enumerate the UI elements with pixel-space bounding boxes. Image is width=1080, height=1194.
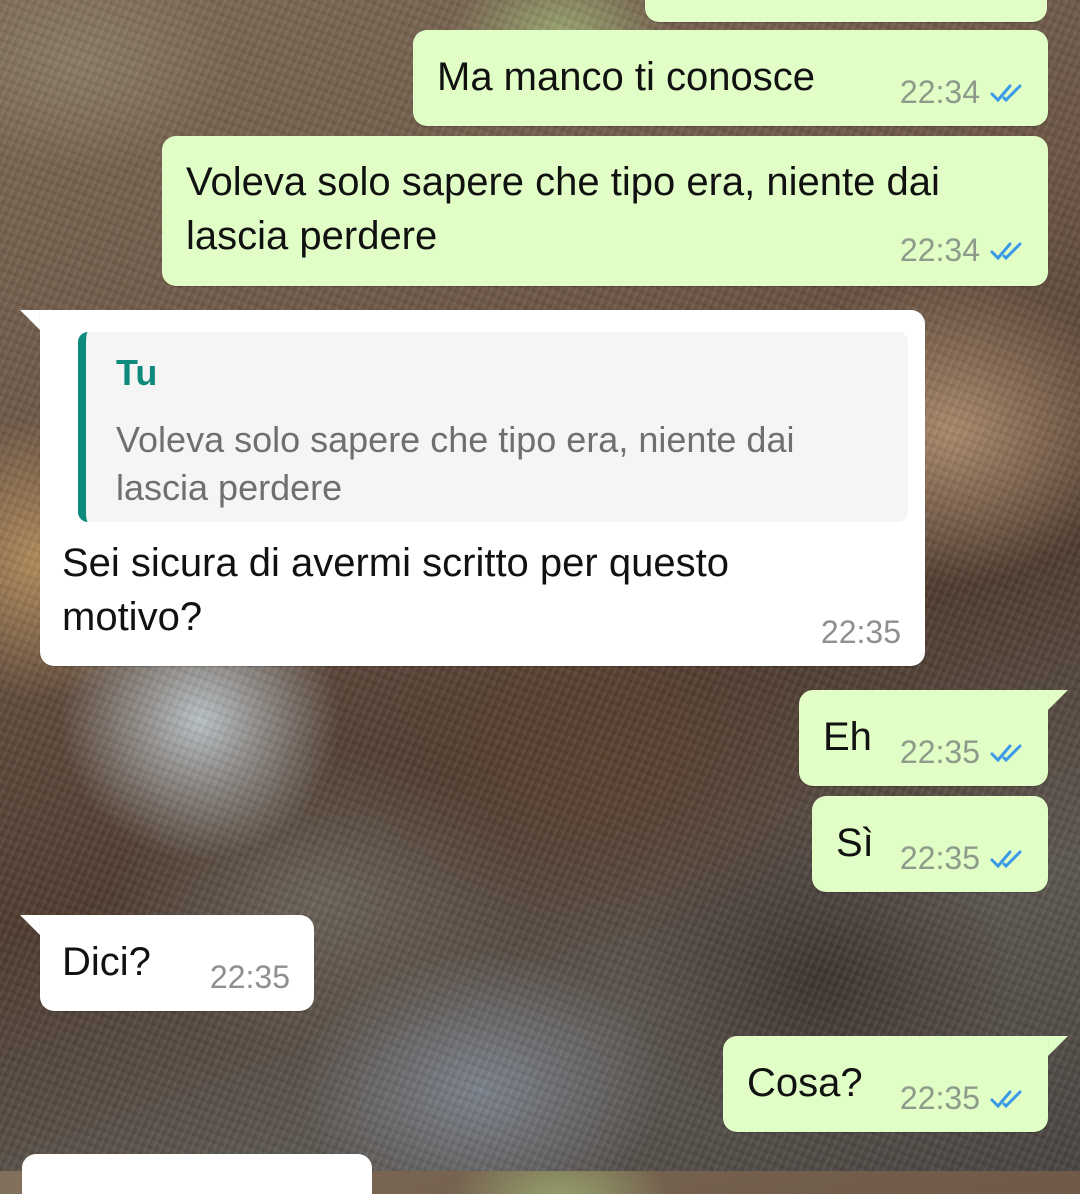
- message-text: Eh: [823, 715, 872, 759]
- double-check-icon: [990, 850, 1022, 868]
- message-bubble-outgoing[interactable]: Eh 22:35: [799, 690, 1048, 786]
- bubble-tail: [20, 915, 42, 937]
- message-bubble-partial-top[interactable]: [645, 0, 1047, 22]
- message-time: 22:35: [209, 959, 290, 995]
- message-meta: 22:35: [821, 614, 901, 651]
- message-time: 22:34: [899, 232, 980, 268]
- bubble-tail: [20, 310, 42, 332]
- message-time: 22:35: [899, 840, 980, 876]
- message-bubble-partial-bottom[interactable]: [22, 1154, 372, 1194]
- message-text: Ma manco ti conosce: [437, 55, 815, 99]
- message-text: Voleva solo sapere che tipo era, niente …: [186, 160, 940, 258]
- message-bubble-outgoing[interactable]: Cosa? 22:35: [723, 1036, 1048, 1132]
- message-meta: 22:35: [900, 1080, 1026, 1117]
- message-bubble-outgoing[interactable]: Voleva solo sapere che tipo era, niente …: [162, 136, 1048, 286]
- double-check-icon: [990, 1090, 1022, 1108]
- quoted-text: Voleva solo sapere che tipo era, niente …: [116, 419, 795, 508]
- message-text: Sei sicura di avermi scritto per questo …: [62, 541, 729, 639]
- message-text: Cosa?: [747, 1061, 863, 1105]
- message-time: 22:34: [899, 74, 980, 110]
- message-time: 22:35: [820, 614, 901, 650]
- message-text: Sì: [836, 821, 874, 865]
- message-time: 22:35: [899, 734, 980, 770]
- message-meta: 22:35: [900, 840, 1026, 877]
- bubble-tail: [1046, 1036, 1068, 1058]
- message-bubble-outgoing[interactable]: Sì 22:35: [812, 796, 1048, 892]
- message-meta: 22:34: [900, 232, 1026, 269]
- message-text: Dici?: [62, 940, 151, 984]
- message-meta: 22:34: [900, 74, 1026, 111]
- bubble-tail: [1046, 690, 1068, 712]
- double-check-icon: [990, 744, 1022, 762]
- message-meta: 22:35: [900, 734, 1026, 771]
- double-check-icon: [990, 242, 1022, 260]
- message-bubble-incoming[interactable]: Tu Voleva solo sapere che tipo era, nien…: [40, 310, 925, 666]
- message-meta: 22:35: [210, 959, 290, 996]
- message-bubble-incoming[interactable]: Dici? 22:35: [40, 915, 314, 1011]
- message-time: 22:35: [899, 1080, 980, 1116]
- quoted-author: Tu: [116, 352, 158, 393]
- quoted-message[interactable]: Tu Voleva solo sapere che tipo era, nien…: [78, 332, 908, 522]
- message-bubble-outgoing[interactable]: Ma manco ti conosce 22:34: [413, 30, 1048, 126]
- double-check-icon: [990, 84, 1022, 102]
